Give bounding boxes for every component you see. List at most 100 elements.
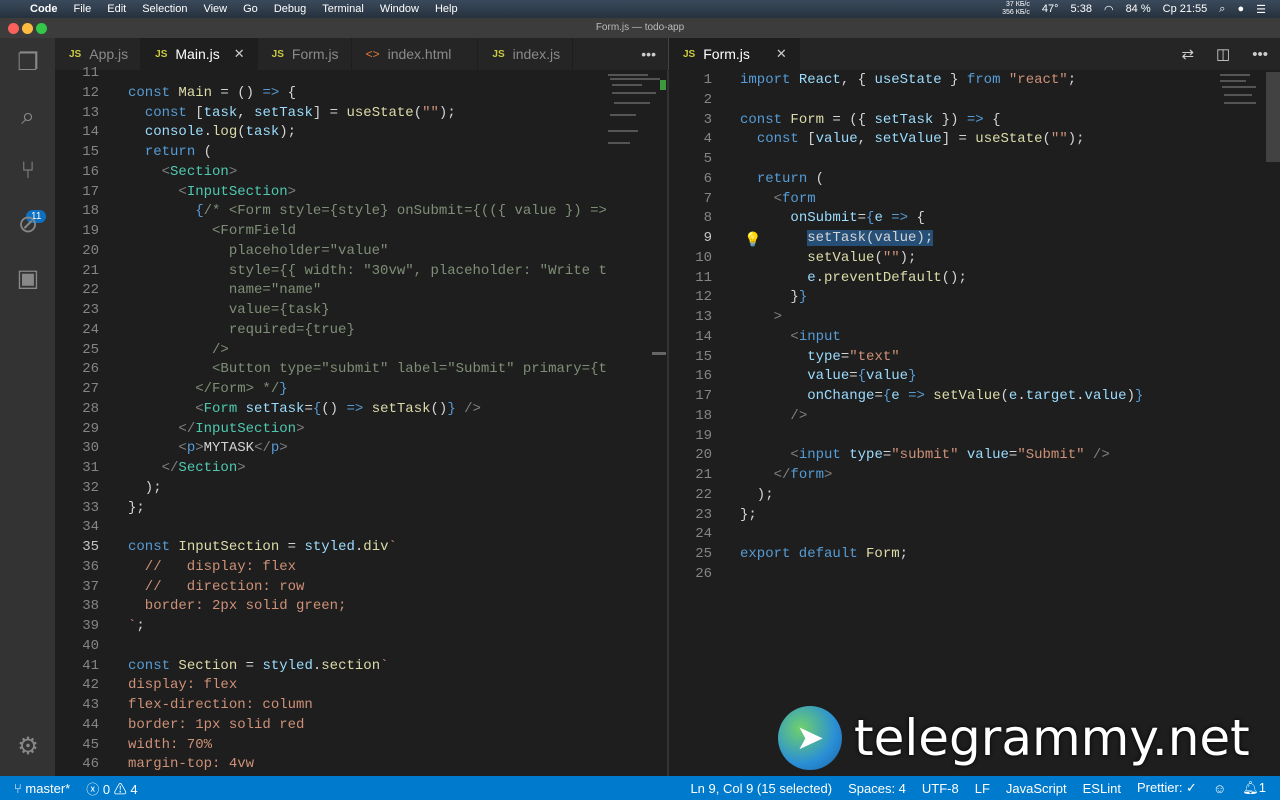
- code-line[interactable]: 21 </form>: [669, 466, 1280, 486]
- open-changes-icon[interactable]: ⇄: [1181, 45, 1194, 63]
- code-line[interactable]: 33};: [55, 499, 606, 519]
- cursor-position[interactable]: Ln 9, Col 9 (15 selected): [682, 781, 840, 796]
- menu-terminal[interactable]: Terminal: [314, 3, 372, 15]
- code-line[interactable]: 45 width: 70%: [55, 736, 606, 756]
- code-line[interactable]: 23 value={task}: [55, 301, 606, 321]
- settings-gear-icon[interactable]: ⚙: [13, 732, 43, 762]
- more-actions-button[interactable]: •••: [627, 38, 668, 70]
- lightbulb-icon[interactable]: 💡: [744, 231, 761, 248]
- line-ending[interactable]: LF: [967, 781, 998, 796]
- explorer-icon[interactable]: ❐: [13, 48, 43, 78]
- menu-edit[interactable]: Edit: [99, 3, 134, 15]
- code-line[interactable]: 15 return (: [55, 143, 606, 163]
- menu-debug[interactable]: Debug: [266, 3, 314, 15]
- more-actions-button[interactable]: •••: [1252, 46, 1268, 63]
- minimize-window-button[interactable]: [22, 23, 33, 34]
- code-line[interactable]: 22 name="name": [55, 281, 606, 301]
- prettier-status[interactable]: Prettier: ✓: [1129, 780, 1205, 796]
- code-line[interactable]: 11 e.preventDefault();: [669, 269, 1280, 289]
- maximize-window-button[interactable]: [36, 23, 47, 34]
- branch-indicator[interactable]: ⑂ master*: [0, 781, 78, 796]
- left-code-editor[interactable]: 11 12 const Main = () => {13 const [task, …: [55, 64, 606, 776]
- indentation[interactable]: Spaces: 4: [840, 781, 914, 796]
- battery-percent[interactable]: 84 %: [1126, 3, 1151, 15]
- code-line[interactable]: 7 <form: [669, 190, 1280, 210]
- menu-window[interactable]: Window: [372, 3, 427, 15]
- code-line[interactable]: 18 {/* <Form style={style} onSubmit={(({…: [55, 202, 606, 222]
- code-line[interactable]: 39 `;: [55, 617, 606, 637]
- siri-icon[interactable]: ●: [1237, 3, 1244, 15]
- code-line[interactable]: 19: [669, 427, 1280, 447]
- code-line[interactable]: 30 <p>MYTASK</p>: [55, 439, 606, 459]
- split-editor-icon[interactable]: ◫: [1216, 45, 1230, 63]
- right-scrollbar[interactable]: [1266, 72, 1280, 162]
- code-line[interactable]: 2: [669, 91, 1280, 111]
- code-line[interactable]: 16 <Section>: [55, 163, 606, 183]
- close-icon[interactable]: ✕: [234, 46, 245, 62]
- code-line[interactable]: 43 flex-direction: column: [55, 696, 606, 716]
- code-line[interactable]: 29 </InputSection>: [55, 420, 606, 440]
- code-line[interactable]: 42 display: flex: [55, 676, 606, 696]
- code-line[interactable]: 26: [669, 565, 1280, 585]
- code-line[interactable]: 12 }}: [669, 288, 1280, 308]
- code-line[interactable]: 44 border: 1px solid red: [55, 716, 606, 736]
- code-line[interactable]: 15 type="text": [669, 348, 1280, 368]
- menu-help[interactable]: Help: [427, 3, 466, 15]
- eslint-status[interactable]: ESLint: [1075, 781, 1129, 796]
- code-line[interactable]: 14 console.log(task);: [55, 123, 606, 143]
- code-line[interactable]: 24: [669, 525, 1280, 545]
- extensions-icon[interactable]: ▣: [13, 264, 43, 294]
- menu-selection[interactable]: Selection: [134, 3, 195, 15]
- source-control-icon[interactable]: ⑂: [13, 156, 43, 186]
- code-line[interactable]: 13 >: [669, 308, 1280, 328]
- code-line[interactable]: 25 export default Form;: [669, 545, 1280, 565]
- code-line[interactable]: 35 const InputSection = styled.div`: [55, 538, 606, 558]
- code-line[interactable]: 46 margin-top: 4vw: [55, 755, 606, 775]
- code-line[interactable]: 14 <input: [669, 328, 1280, 348]
- code-line[interactable]: 11: [55, 64, 606, 84]
- code-line[interactable]: 20 placeholder="value": [55, 242, 606, 262]
- code-line[interactable]: 23};: [669, 506, 1280, 526]
- code-line[interactable]: 13 const [task, setTask] = useState("");: [55, 104, 606, 124]
- spotlight-icon[interactable]: ⌕: [1219, 3, 1225, 16]
- code-line[interactable]: 36 // display: flex: [55, 558, 606, 578]
- code-line[interactable]: 18 />: [669, 407, 1280, 427]
- code-line[interactable]: 4 const [value, setValue] = useState("")…: [669, 130, 1280, 150]
- code-line[interactable]: 8 onSubmit={e => {: [669, 209, 1280, 229]
- code-line[interactable]: 32 );: [55, 479, 606, 499]
- code-line[interactable]: 26 <Button type="submit" label="Submit" …: [55, 360, 606, 380]
- menu-go[interactable]: Go: [235, 3, 266, 15]
- code-line[interactable]: 25 />: [55, 341, 606, 361]
- notification-center-icon[interactable]: ☰: [1256, 3, 1266, 16]
- tab-form-js-right[interactable]: JS Form.js ✕: [669, 38, 800, 70]
- code-line[interactable]: 3 const Form = ({ setTask }) => {: [669, 111, 1280, 131]
- code-line[interactable]: 22 );: [669, 486, 1280, 506]
- code-line[interactable]: 37 // direction: row: [55, 578, 606, 598]
- code-line[interactable]: 34: [55, 518, 606, 538]
- code-line[interactable]: 20 <input type="submit" value="Submit" /…: [669, 446, 1280, 466]
- left-minimap[interactable]: [606, 70, 668, 776]
- search-icon[interactable]: ⌕: [13, 102, 43, 132]
- code-line[interactable]: 17 onChange={e => setValue(e.target.valu…: [669, 387, 1280, 407]
- close-icon[interactable]: ✕: [776, 46, 787, 62]
- code-line[interactable]: 17 <InputSection>: [55, 183, 606, 203]
- menu-file[interactable]: File: [66, 3, 100, 15]
- language-mode[interactable]: JavaScript: [998, 781, 1075, 796]
- code-line[interactable]: 24 required={true}: [55, 321, 606, 341]
- debug-icon[interactable]: ⊘: [13, 210, 43, 240]
- feedback-smiley-icon[interactable]: ☺: [1205, 781, 1234, 796]
- code-line[interactable]: 40: [55, 637, 606, 657]
- menu-app[interactable]: Code: [22, 3, 66, 15]
- code-line[interactable]: 12 const Main = () => {: [55, 84, 606, 104]
- notifications-bell[interactable]: 🔔︎1: [1234, 780, 1274, 796]
- code-line[interactable]: 10 setValue("");: [669, 249, 1280, 269]
- code-line[interactable]: 27 </Form> */}: [55, 380, 606, 400]
- menu-view[interactable]: View: [195, 3, 235, 15]
- code-line[interactable]: 31 </Section>: [55, 459, 606, 479]
- code-line[interactable]: 5: [669, 150, 1280, 170]
- close-window-button[interactable]: [8, 23, 19, 34]
- code-line[interactable]: 19 <FormField: [55, 222, 606, 242]
- right-minimap[interactable]: [1218, 70, 1268, 120]
- code-line[interactable]: 41 const Section = styled.section`: [55, 657, 606, 677]
- code-line[interactable]: 16 value={value}: [669, 367, 1280, 387]
